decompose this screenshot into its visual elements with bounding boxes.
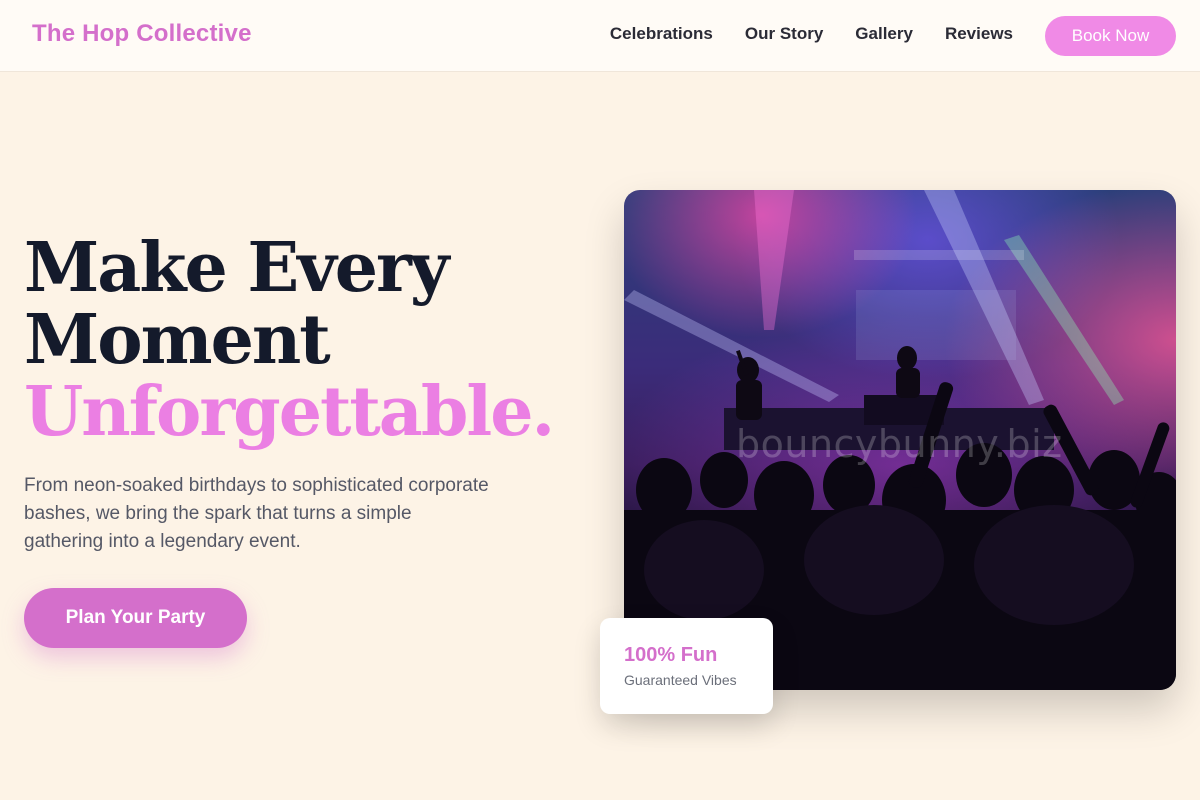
stage-screen bbox=[856, 290, 1016, 360]
book-now-button[interactable]: Book Now bbox=[1045, 16, 1176, 56]
nav-item-our-story[interactable]: Our Story bbox=[745, 24, 823, 44]
badge-subtitle: Guaranteed Vibes bbox=[624, 672, 737, 688]
hero-photo: bouncybunny.biz bbox=[624, 190, 1176, 690]
headline-line-2: Moment bbox=[24, 300, 331, 380]
main-nav: Celebrations Our Story Gallery Reviews bbox=[610, 24, 1013, 44]
site-header: The Hop Collective Celebrations Our Stor… bbox=[0, 0, 1200, 72]
nav-item-celebrations[interactable]: Celebrations bbox=[610, 24, 713, 44]
light-beam bbox=[754, 190, 794, 330]
light-beam bbox=[624, 290, 839, 402]
fun-badge: 100% Fun Guaranteed Vibes bbox=[600, 618, 773, 714]
badge-title: 100% Fun bbox=[624, 644, 718, 666]
hero-headline: Make Every Moment Unforgettable. bbox=[24, 232, 584, 448]
nav-item-gallery[interactable]: Gallery bbox=[855, 24, 913, 44]
nav-item-reviews[interactable]: Reviews bbox=[945, 24, 1013, 44]
headline-accent: Unforgettable. bbox=[24, 372, 555, 452]
stage-truss bbox=[854, 250, 1024, 260]
image-watermark: bouncybunny.biz bbox=[736, 422, 1063, 466]
crowd-foreground bbox=[644, 505, 1134, 625]
logo[interactable]: The Hop Collective bbox=[32, 20, 252, 48]
headline-line-1: Make Every bbox=[24, 228, 449, 308]
plan-party-button[interactable]: Plan Your Party bbox=[24, 588, 247, 648]
hero-subtext: From neon-soaked birthdays to sophistica… bbox=[24, 475, 489, 552]
